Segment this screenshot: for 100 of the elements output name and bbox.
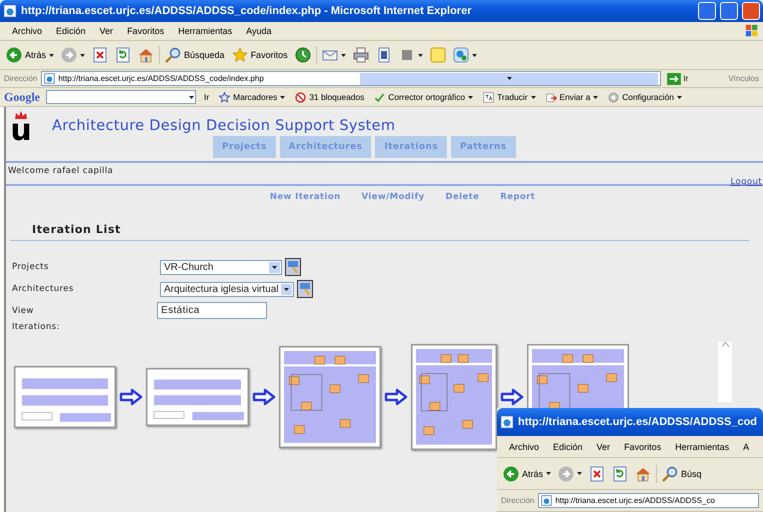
links-label[interactable]: Vínculos <box>728 74 759 83</box>
scroll-up-icon <box>722 342 728 347</box>
caret-icon <box>577 472 582 475</box>
field-label: Projects <box>12 262 50 272</box>
address-field[interactable]: http://triana.escet.urjc.es/ADDSS/ADDSS_co <box>538 493 759 508</box>
caret-icon <box>593 96 598 98</box>
logout-link[interactable]: Logout <box>730 177 762 187</box>
address-field[interactable]: http://triana.escet.urjc.es/ADDSS/ADDSS_code/index.php <box>41 71 662 86</box>
details-button[interactable] <box>296 280 312 298</box>
text-field[interactable]: Estática <box>157 302 267 319</box>
notes-button[interactable] <box>428 45 448 65</box>
google-logo: Google <box>4 90 40 104</box>
caret-icon <box>546 472 552 475</box>
spellcheck-icon <box>374 92 386 102</box>
maximize-button[interactable] <box>720 2 738 20</box>
app-title: Architecture Design Decision Support System <box>52 118 396 134</box>
go-button[interactable]: Ir <box>665 70 690 86</box>
caret-icon <box>284 288 288 290</box>
print-button[interactable] <box>350 45 371 65</box>
bookmarks-button[interactable]: Marcadores <box>217 90 288 104</box>
document-icon <box>376 47 392 63</box>
history-button[interactable] <box>292 45 313 65</box>
favorites-button[interactable]: Favoritos <box>230 45 290 65</box>
welcome-text: Welcome rafael capilla <box>8 166 114 176</box>
scrollbar[interactable] <box>718 342 732 402</box>
menu-item[interactable]: Herramientas <box>176 25 234 37</box>
home-icon <box>635 466 652 482</box>
forward-icon <box>61 47 78 63</box>
blocked-button[interactable]: 31 bloqueados <box>293 90 366 104</box>
refresh-icon <box>115 47 132 63</box>
home-icon <box>138 47 154 63</box>
go-icon <box>667 72 682 84</box>
menu-item[interactable]: Archivo <box>507 440 542 452</box>
caret-icon <box>418 54 423 56</box>
chat-icon <box>452 47 469 63</box>
page-icon <box>44 73 56 84</box>
settings-icon <box>608 92 620 102</box>
search-field[interactable] <box>46 90 196 104</box>
arrow-icon <box>384 388 408 406</box>
back-button[interactable]: Atrás <box>501 464 554 484</box>
menu-item[interactable]: Archivo <box>10 25 44 37</box>
minimize-button[interactable] <box>698 2 716 20</box>
close-button[interactable] <box>742 2 760 20</box>
menu-item[interactable]: A <box>741 440 752 452</box>
caret-icon <box>280 96 286 98</box>
forward-icon <box>558 466 574 482</box>
section-title: Iteration List <box>32 223 122 236</box>
back-icon <box>503 466 519 482</box>
go-button[interactable]: Ir <box>202 90 212 104</box>
note-icon <box>430 47 446 63</box>
field-label: View <box>12 306 35 316</box>
menu-item[interactable]: Favoritos <box>125 25 166 37</box>
menu-item[interactable]: Herramientas <box>673 440 732 452</box>
blocked-icon <box>295 92 306 102</box>
star-icon <box>219 92 230 102</box>
messenger-button[interactable] <box>450 45 479 65</box>
caret-icon <box>272 266 277 268</box>
details-button[interactable] <box>285 258 301 276</box>
menu-item[interactable]: Ayuda <box>244 25 274 37</box>
iterations-label: Iterations: <box>12 322 61 332</box>
window-title: http://triana.escet.urjc.es/ADDSS/ADDSS_cod <box>518 416 758 428</box>
menu-item[interactable]: Ver <box>98 25 116 37</box>
select-field[interactable]: Arquitectura iglesia virtual <box>160 282 294 296</box>
select-field[interactable]: VR-Church <box>160 260 282 274</box>
stop-icon <box>92 47 108 63</box>
search-icon <box>662 466 678 482</box>
menu-item[interactable]: Favoritos <box>622 440 664 452</box>
caret-icon <box>189 96 194 98</box>
caret-icon <box>468 96 474 98</box>
window-title: http://triana.escet.urjc.es/ADDSS/ADDSS_code/index.php - Microsoft Internet Explorer <box>21 5 472 17</box>
search-icon <box>165 47 182 63</box>
send-icon <box>546 92 557 102</box>
menu-item[interactable]: Ver <box>594 440 612 452</box>
search-button[interactable]: Búsq <box>660 464 704 484</box>
back-button[interactable]: Atrás <box>4 45 56 65</box>
history-icon <box>294 47 311 63</box>
page-icon <box>541 495 552 506</box>
back-icon <box>6 47 22 63</box>
university-logo: u <box>10 110 32 142</box>
arrow-icon <box>119 388 143 406</box>
send-button[interactable]: Enviar a <box>544 90 600 104</box>
arrow-icon <box>252 388 276 406</box>
browser-icon <box>500 415 514 429</box>
menu-item[interactable]: Edición <box>54 25 88 37</box>
printer-icon <box>352 47 369 63</box>
menu-item[interactable]: Edición <box>551 440 585 452</box>
caret-icon <box>80 54 86 56</box>
translate-icon <box>483 92 494 102</box>
search-button[interactable]: Búsqueda <box>163 45 227 65</box>
translate-button[interactable]: Traducir <box>481 90 538 104</box>
address-label: Dirección <box>501 496 534 505</box>
caret-icon <box>340 54 346 56</box>
settings-button[interactable]: Configuración <box>606 90 684 104</box>
address-label: Dirección <box>4 74 38 83</box>
caret-icon <box>472 54 477 56</box>
spell-button[interactable]: Corrector ortográfico <box>372 90 476 104</box>
caret-icon <box>530 96 536 98</box>
caret-icon <box>506 77 512 80</box>
caret-icon <box>49 54 54 56</box>
field-label: Architectures <box>12 284 75 294</box>
